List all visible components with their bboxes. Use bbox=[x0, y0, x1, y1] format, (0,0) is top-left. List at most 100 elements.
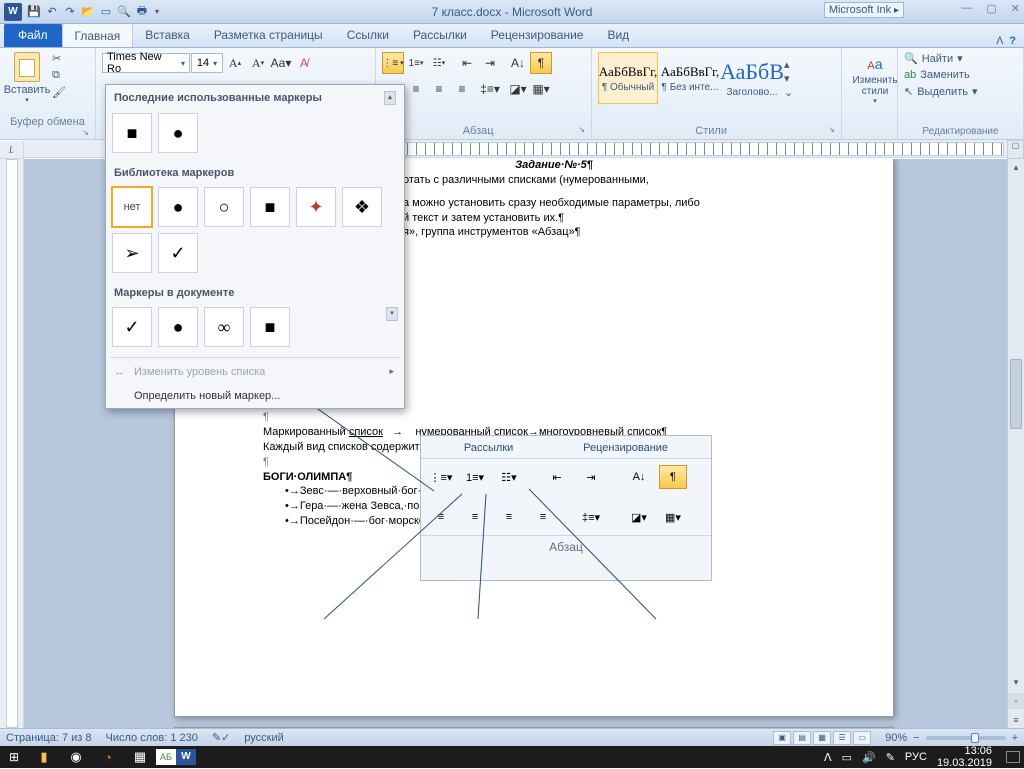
taskbar-explorer-icon[interactable]: ▮ bbox=[28, 749, 60, 765]
ink-panel[interactable]: Microsoft Ink ▸ bbox=[824, 2, 904, 18]
bullet-option[interactable]: ➢ bbox=[112, 233, 152, 273]
styles-up-icon[interactable]: ▴ bbox=[784, 58, 793, 71]
format-painter-icon[interactable]: 🖌 bbox=[52, 86, 66, 99]
ribbon-minimize-icon[interactable]: ᐱ bbox=[996, 36, 1003, 47]
view-read-icon[interactable]: ▤ bbox=[793, 731, 811, 745]
define-new-bullet[interactable]: Определить новый маркер... bbox=[106, 384, 404, 408]
zoom-in-icon[interactable]: + bbox=[1012, 732, 1018, 744]
redo-icon[interactable]: ↷ bbox=[62, 4, 78, 20]
bullets-button[interactable]: ⋮≡▾ bbox=[382, 52, 404, 74]
close-button[interactable]: ✕ bbox=[1011, 2, 1020, 15]
ruler-toggle-icon[interactable]: ▢ bbox=[1007, 140, 1024, 159]
taskbar-calc-icon[interactable]: ▦ bbox=[124, 749, 156, 765]
tab-selector[interactable]: L bbox=[0, 141, 24, 159]
sort-icon[interactable]: A↓ bbox=[507, 52, 529, 74]
tray-network-icon[interactable]: ▭ bbox=[842, 751, 852, 764]
scroll-up-icon[interactable]: ▴ bbox=[1008, 159, 1024, 175]
paste-button[interactable]: Вставить ▾ bbox=[6, 52, 48, 104]
tab-home[interactable]: Главная bbox=[62, 23, 134, 47]
bullet-option[interactable]: ■ bbox=[250, 307, 290, 347]
status-lang[interactable]: русский bbox=[244, 732, 283, 744]
help-icon[interactable]: ? bbox=[1009, 35, 1016, 47]
bullet-option[interactable]: ✓ bbox=[158, 233, 198, 273]
tray-volume-icon[interactable]: 🔊 bbox=[862, 751, 876, 764]
style-no-spacing[interactable]: АаБбВвГг,¶ Без инте... bbox=[660, 52, 720, 104]
bullet-option[interactable]: ✓ bbox=[112, 307, 152, 347]
tray-up-icon[interactable]: ᐱ bbox=[824, 751, 832, 764]
show-marks-icon[interactable]: ¶ bbox=[530, 52, 552, 74]
undo-icon[interactable]: ↶ bbox=[44, 4, 60, 20]
bullet-option[interactable]: ■ bbox=[250, 187, 290, 227]
numbering-button[interactable]: 1≡▾ bbox=[405, 52, 427, 74]
select-button[interactable]: ↖Выделить ▾ bbox=[904, 85, 1017, 98]
prev-page-icon[interactable]: ◦ bbox=[1008, 693, 1024, 709]
paragraph-launcher-icon[interactable]: ↘ bbox=[578, 125, 585, 134]
view-outline-icon[interactable]: ☰ bbox=[833, 731, 851, 745]
scroll-thumb[interactable] bbox=[1010, 359, 1022, 429]
shrink-font-icon[interactable]: A▾ bbox=[247, 52, 269, 74]
decrease-indent-icon[interactable]: ⇤ bbox=[456, 52, 478, 74]
taskbar-chrome-icon[interactable]: ◉ bbox=[60, 749, 92, 765]
save-icon[interactable]: 💾 bbox=[26, 4, 42, 20]
qat-more-icon[interactable]: ▾ bbox=[152, 4, 162, 20]
minimize-button[interactable]: — bbox=[961, 2, 972, 15]
proofing-icon[interactable]: ✎✓ bbox=[212, 731, 230, 744]
line-spacing-icon[interactable]: ‡≡▾ bbox=[479, 78, 501, 100]
change-styles-button[interactable]: Aa Изменить стили ▾ bbox=[848, 52, 902, 105]
preview-icon[interactable]: 🔍 bbox=[116, 4, 132, 20]
bullet-option[interactable]: ❖ bbox=[342, 187, 382, 227]
tab-layout[interactable]: Разметка страницы bbox=[202, 23, 335, 47]
dd-scroll-down-icon[interactable]: ▾ bbox=[386, 307, 398, 321]
dd-scroll-up-icon[interactable]: ▴ bbox=[384, 91, 396, 105]
tray-pen-icon[interactable]: ✎ bbox=[886, 751, 895, 764]
bullet-option[interactable]: ● bbox=[158, 307, 198, 347]
view-web-icon[interactable]: ▦ bbox=[813, 731, 831, 745]
align-right-icon[interactable]: ≡ bbox=[428, 78, 450, 100]
justify-icon[interactable]: ≡ bbox=[451, 78, 473, 100]
bullet-option[interactable]: ● bbox=[158, 113, 198, 153]
tab-references[interactable]: Ссылки bbox=[335, 23, 401, 47]
shading-icon[interactable]: ◪▾ bbox=[507, 78, 529, 100]
borders-icon[interactable]: ▦▾ bbox=[530, 78, 552, 100]
bullet-option[interactable]: ✦ bbox=[296, 187, 336, 227]
bullet-option[interactable]: ∞ bbox=[204, 307, 244, 347]
taskbar-app-icon[interactable]: ◔ bbox=[92, 750, 124, 765]
status-words[interactable]: Число слов: 1 230 bbox=[106, 732, 198, 744]
tray-lang[interactable]: РУС bbox=[905, 751, 927, 763]
grow-font-icon[interactable]: A▴ bbox=[224, 52, 246, 74]
clear-format-icon[interactable]: A̸ bbox=[293, 52, 315, 74]
cut-icon[interactable]: ✂ bbox=[52, 52, 66, 65]
zoom-slider[interactable] bbox=[926, 736, 1006, 740]
align-center-icon[interactable]: ≡ bbox=[405, 78, 427, 100]
open-icon[interactable]: 📂 bbox=[80, 4, 96, 20]
status-page[interactable]: Страница: 7 из 8 bbox=[6, 732, 92, 744]
tab-view[interactable]: Вид bbox=[595, 23, 641, 47]
tray-notifications-icon[interactable] bbox=[1006, 751, 1020, 763]
view-draft-icon[interactable]: ▭ bbox=[853, 731, 871, 745]
clipboard-launcher-icon[interactable]: ↘ bbox=[82, 128, 89, 137]
tab-mailings[interactable]: Рассылки bbox=[401, 23, 479, 47]
taskbar-word-icon[interactable]: W bbox=[176, 749, 196, 765]
increase-indent-icon[interactable]: ⇥ bbox=[479, 52, 501, 74]
maximize-button[interactable]: ▢ bbox=[986, 2, 996, 15]
vertical-scrollbar[interactable]: ▴ ▾ ◦ ≡ bbox=[1007, 159, 1024, 728]
multilevel-button[interactable]: ☷▾ bbox=[428, 52, 450, 74]
tray-clock[interactable]: 13:0619.03.2019 bbox=[937, 745, 996, 769]
scroll-down-icon[interactable]: ▾ bbox=[1008, 674, 1024, 690]
find-button[interactable]: 🔍Найти ▾ bbox=[904, 52, 1017, 65]
file-tab[interactable]: Файл bbox=[4, 23, 62, 47]
quickprint-icon[interactable]: 🖶 bbox=[134, 4, 150, 20]
copy-icon[interactable]: ⧉ bbox=[52, 69, 66, 82]
tab-review[interactable]: Рецензирование bbox=[479, 23, 596, 47]
bullet-option[interactable]: ■ bbox=[112, 113, 152, 153]
styles-more-icon[interactable]: ⌄ bbox=[784, 86, 793, 99]
font-name-combo[interactable]: Times New Ro▾ bbox=[102, 53, 190, 73]
view-print-icon[interactable]: ▣ bbox=[773, 731, 791, 745]
styles-launcher-icon[interactable]: ↘ bbox=[828, 125, 835, 134]
bullet-option-none[interactable]: нет bbox=[112, 187, 152, 227]
style-heading[interactable]: АаБбВЗаголово... bbox=[722, 52, 782, 104]
new-icon[interactable]: ▭ bbox=[98, 4, 114, 20]
bullet-option[interactable]: ○ bbox=[204, 187, 244, 227]
font-size-combo[interactable]: 14▾ bbox=[191, 53, 223, 73]
app-icon[interactable]: W bbox=[4, 3, 22, 21]
